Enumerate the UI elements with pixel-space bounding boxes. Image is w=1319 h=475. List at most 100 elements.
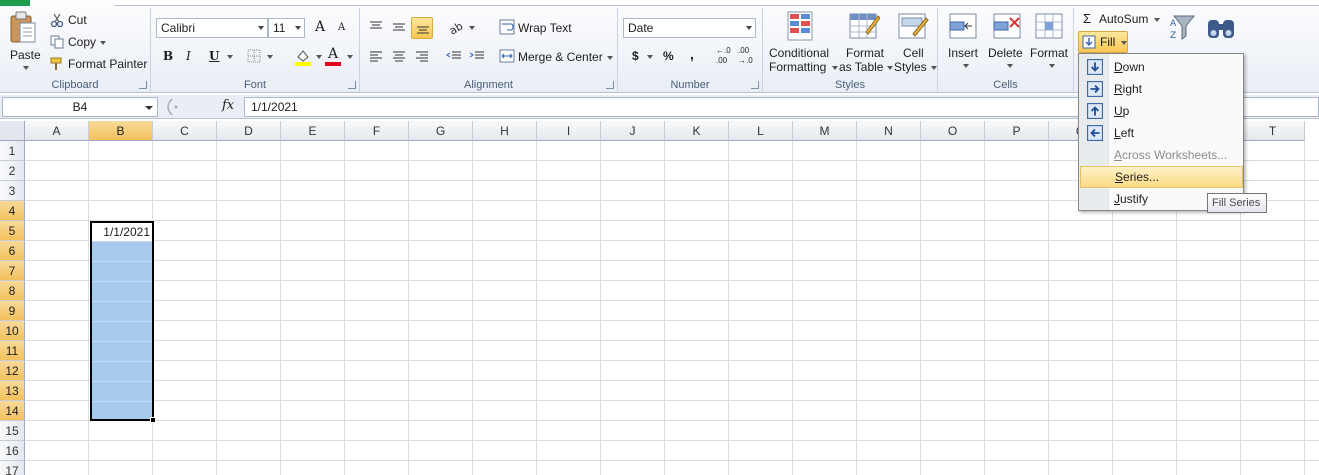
- fill-handle[interactable]: [150, 417, 156, 423]
- format-as-table-button[interactable]: Format as Table: [838, 8, 893, 74]
- orientation-icon[interactable]: ab: [448, 20, 466, 34]
- row-header-13[interactable]: 13: [0, 381, 25, 401]
- fill-menu-item-up[interactable]: Up: [1080, 100, 1243, 122]
- column-header-d[interactable]: D: [217, 121, 281, 141]
- row-header-9[interactable]: 9: [0, 301, 25, 321]
- column-header-p[interactable]: P: [985, 121, 1049, 141]
- row-header-2[interactable]: 2: [0, 161, 25, 181]
- name-box-arrow-icon[interactable]: [145, 106, 153, 110]
- align-bottom-button[interactable]: [411, 17, 433, 39]
- column-header-e[interactable]: E: [281, 121, 345, 141]
- find-select-icon[interactable]: [1206, 12, 1236, 42]
- formula-bar-resize-icon[interactable]: [162, 97, 192, 117]
- column-header-h[interactable]: H: [473, 121, 537, 141]
- fill-menu-item-left[interactable]: Left: [1080, 122, 1243, 144]
- alignment-launcher-icon[interactable]: [606, 81, 614, 89]
- row-header-16[interactable]: 16: [0, 441, 25, 461]
- decrease-indent-icon[interactable]: [446, 49, 462, 63]
- fill-menu-item-right[interactable]: Right: [1080, 78, 1243, 100]
- autosum-button[interactable]: AutoSum: [1099, 12, 1148, 26]
- paste-dropdown-arrow[interactable]: [23, 66, 29, 70]
- column-header-t[interactable]: T: [1241, 121, 1305, 141]
- fill-button[interactable]: Fill: [1078, 31, 1128, 53]
- percent-button[interactable]: %: [663, 49, 674, 63]
- row-header-6[interactable]: 6: [0, 241, 25, 261]
- merge-center-button[interactable]: Merge & Center: [518, 50, 603, 64]
- column-header-n[interactable]: N: [857, 121, 921, 141]
- select-all-button[interactable]: [0, 121, 25, 141]
- column-header-f[interactable]: F: [345, 121, 409, 141]
- column-header-j[interactable]: J: [601, 121, 665, 141]
- borders-icon[interactable]: [247, 49, 261, 63]
- paste-icon[interactable]: [8, 10, 38, 46]
- column-header-c[interactable]: C: [153, 121, 217, 141]
- format-cells-button[interactable]: Format: [1030, 8, 1072, 74]
- column-header-k[interactable]: K: [665, 121, 729, 141]
- grow-font-button[interactable]: A: [315, 19, 325, 35]
- comma-style-button[interactable]: ,: [690, 46, 694, 62]
- row-header-12[interactable]: 12: [0, 361, 25, 381]
- paste-label[interactable]: Paste: [10, 48, 41, 62]
- font-color-button[interactable]: A: [325, 46, 341, 66]
- format-painter-button[interactable]: Format Painter: [68, 57, 147, 71]
- borders-dropdown-arrow[interactable]: [267, 55, 273, 59]
- font-launcher-icon[interactable]: [348, 81, 356, 89]
- increase-indent-icon[interactable]: [469, 49, 485, 63]
- insert-cells-button[interactable]: Insert: [942, 8, 984, 74]
- font-family-combo[interactable]: Calibri: [156, 18, 268, 38]
- row-header-11[interactable]: 11: [0, 341, 25, 361]
- bold-button[interactable]: B: [163, 49, 173, 63]
- orientation-dropdown-arrow[interactable]: [469, 26, 475, 30]
- copy-button[interactable]: Copy: [68, 35, 96, 49]
- row-header-15[interactable]: 15: [0, 421, 25, 441]
- font-color-dropdown-arrow[interactable]: [347, 55, 353, 59]
- insert-function-icon[interactable]: fx: [222, 98, 234, 113]
- wrap-text-button[interactable]: Wrap Text: [518, 21, 572, 35]
- column-header-b[interactable]: B: [89, 121, 153, 141]
- row-header-4[interactable]: 4: [0, 201, 25, 221]
- row-header-5[interactable]: 5: [0, 221, 25, 241]
- fill-menu-item-down[interactable]: Down: [1080, 56, 1243, 78]
- column-header-l[interactable]: L: [729, 121, 793, 141]
- cut-button[interactable]: Cut: [68, 13, 87, 27]
- conditional-formatting-button[interactable]: Conditional Formatting: [766, 8, 838, 74]
- autosum-dropdown-arrow[interactable]: [1154, 18, 1160, 22]
- column-header-o[interactable]: O: [921, 121, 985, 141]
- decrease-decimal-button[interactable]: .00 →.0: [738, 46, 756, 68]
- clipboard-launcher-icon[interactable]: [139, 81, 147, 89]
- row-header-14[interactable]: 14: [0, 401, 25, 421]
- sort-filter-icon[interactable]: A Z: [1170, 12, 1198, 42]
- column-header-i[interactable]: I: [537, 121, 601, 141]
- currency-button[interactable]: $: [632, 49, 639, 63]
- cell-styles-button[interactable]: Cell Styles: [892, 8, 937, 74]
- underline-dropdown-arrow[interactable]: [227, 55, 233, 59]
- row-header-3[interactable]: 3: [0, 181, 25, 201]
- column-header-a[interactable]: A: [25, 121, 89, 141]
- italic-button[interactable]: I: [186, 49, 191, 63]
- currency-dropdown-arrow[interactable]: [647, 55, 653, 59]
- underline-button[interactable]: U: [209, 49, 219, 63]
- delete-cells-button[interactable]: Delete: [986, 8, 1030, 74]
- selected-range-b4-b14[interactable]: 1/1/2021: [90, 221, 154, 421]
- column-header-m[interactable]: M: [793, 121, 857, 141]
- align-middle-icon[interactable]: [391, 20, 407, 34]
- row-header-7[interactable]: 7: [0, 261, 25, 281]
- copy-dropdown-arrow[interactable]: [100, 41, 106, 45]
- font-size-combo[interactable]: 11: [268, 18, 305, 38]
- row-header-10[interactable]: 10: [0, 321, 25, 341]
- row-header-17[interactable]: 17: [0, 461, 25, 475]
- align-center-icon[interactable]: [391, 49, 407, 63]
- align-left-icon[interactable]: [368, 49, 384, 63]
- align-right-icon[interactable]: [414, 49, 430, 63]
- fill-color-icon[interactable]: [294, 48, 312, 66]
- align-top-icon[interactable]: [368, 20, 384, 34]
- increase-decimal-button[interactable]: ←.0 .00: [716, 46, 734, 68]
- name-box[interactable]: B4: [2, 97, 158, 117]
- row-header-1[interactable]: 1: [0, 141, 25, 161]
- number-format-combo[interactable]: Date: [623, 18, 756, 38]
- merge-center-dropdown-arrow[interactable]: [607, 56, 613, 60]
- shrink-font-button[interactable]: A: [338, 22, 345, 33]
- active-cell-b4[interactable]: 1/1/2021: [92, 223, 152, 241]
- file-tab-edge[interactable]: [0, 0, 30, 6]
- number-launcher-icon[interactable]: [751, 81, 759, 89]
